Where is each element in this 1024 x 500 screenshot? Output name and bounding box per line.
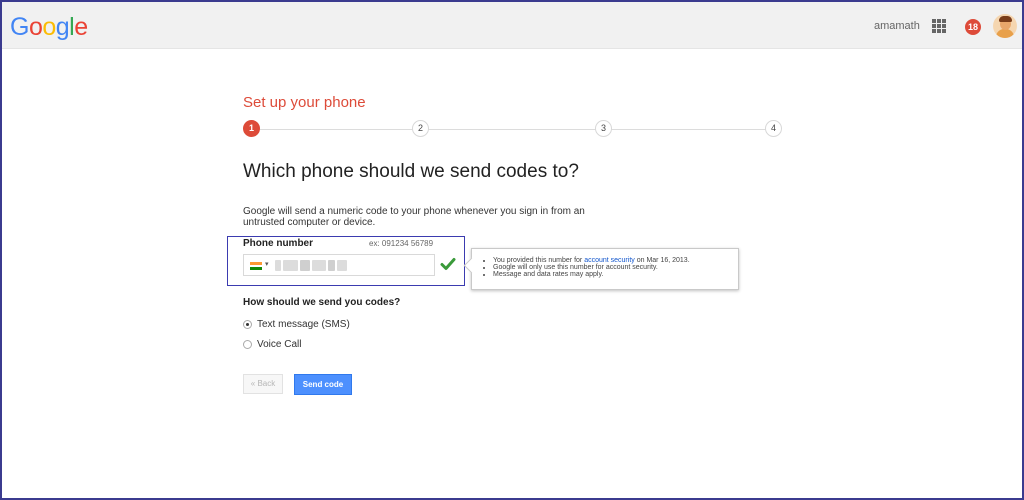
account-username[interactable]: amamath (874, 20, 920, 32)
tooltip-line-1: You provided this number for account sec… (493, 257, 738, 264)
top-bar: Google amamath 18 (2, 2, 1022, 49)
send-code-button[interactable]: Send code (294, 374, 352, 395)
notification-badge[interactable]: 18 (965, 19, 981, 35)
radio-label-sms[interactable]: Text message (SMS) (257, 319, 350, 330)
step-3-indicator: 3 (595, 120, 612, 137)
step-1-indicator: 1 (243, 120, 260, 137)
logo-letter: o (42, 13, 56, 41)
apps-grid-icon[interactable] (932, 19, 946, 33)
tooltip-line-3: Message and data rates may apply. (493, 271, 738, 278)
india-flag-icon[interactable] (250, 262, 262, 270)
account-security-link[interactable]: account security (584, 257, 635, 264)
logo-letter: o (28, 13, 43, 41)
phone-number-label: Phone number (243, 238, 314, 249)
page-description: Google will send a numeric code to your … (243, 206, 585, 228)
page-title: Which phone should we send codes to? (243, 161, 579, 182)
step-4-indicator: 4 (765, 120, 782, 137)
setup-title: Set up your phone (243, 94, 366, 111)
step-2-indicator: 2 (412, 120, 429, 137)
avatar[interactable] (993, 14, 1017, 38)
redacted-phone-number (275, 260, 347, 271)
phone-number-input[interactable]: ▾ (243, 254, 435, 276)
radio-label-voice[interactable]: Voice Call (257, 339, 301, 350)
checkmark-icon (440, 258, 456, 270)
logo-letter: e (74, 13, 88, 41)
logo-letter: G (10, 13, 29, 41)
radio-button-checked[interactable] (243, 320, 252, 329)
google-logo[interactable]: Google (10, 13, 88, 42)
radio-option-voice[interactable]: Voice Call (243, 339, 301, 350)
logo-letter: g (55, 13, 70, 41)
phone-info-tooltip: You provided this number for account sec… (471, 248, 739, 290)
phone-example-hint: ex: 091234 56789 (369, 239, 434, 248)
radio-button-unchecked[interactable] (243, 340, 252, 349)
tooltip-line-2: Google will only use this number for acc… (493, 264, 738, 271)
back-button[interactable]: « Back (243, 374, 283, 394)
step-progress-line (253, 129, 773, 130)
delivery-method-question: How should we send you codes? (243, 297, 401, 308)
radio-option-sms[interactable]: Text message (SMS) (243, 319, 350, 330)
chevron-down-icon[interactable]: ▾ (265, 260, 269, 268)
